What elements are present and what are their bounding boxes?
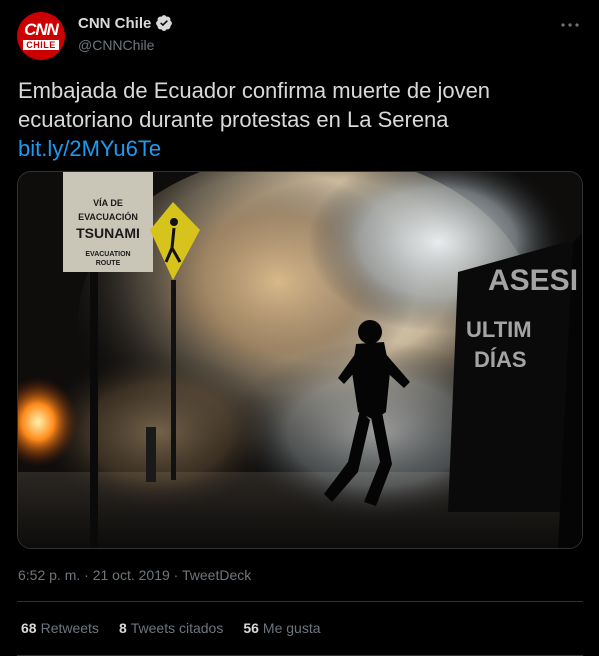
graffiti-line-1: ASESI <box>488 264 578 297</box>
sign-line-3: TSUNAMI <box>76 225 140 241</box>
quote-tweets-stat[interactable]: 8 Tweets citados <box>119 620 223 636</box>
tweet-time[interactable]: 6:52 p. m. <box>18 567 80 583</box>
tweet-body: Embajada de Ecuador confirma muerte de j… <box>18 78 491 132</box>
tweet-text: Embajada de Ecuador confirma muerte de j… <box>18 76 578 163</box>
tweet-link[interactable]: bit.ly/2MYu6Te <box>18 134 578 163</box>
likes-label: Me gusta <box>262 620 321 636</box>
retweets-label: Retweets <box>40 620 99 636</box>
author-avatar[interactable]: CNN CHILE <box>17 12 65 60</box>
graffiti-line-2: ULTIM <box>466 317 532 342</box>
avatar-logo-text: CNN <box>24 20 59 39</box>
quotes-label: Tweets citados <box>130 620 224 636</box>
tweet-date[interactable]: 21 oct. 2019 <box>93 567 170 583</box>
retweets-count: 68 <box>21 620 37 636</box>
likes-stat[interactable]: 56 Me gusta <box>243 620 320 636</box>
tweet-source[interactable]: TweetDeck <box>182 567 251 583</box>
likes-count: 56 <box>243 620 259 636</box>
retweets-stat[interactable]: 68 Retweets <box>21 620 99 636</box>
sign-line-4: EVACUATION <box>85 251 130 258</box>
quotes-count: 8 <box>118 620 127 636</box>
photo-scene: ASESI ULTIM DÍAS VÍA DE EVACUACIÓN TSUNA… <box>18 172 582 548</box>
tweet-metadata: 6:52 p. m. · 21 oct. 2019 · TweetDeck <box>18 567 251 583</box>
tweet-photo[interactable]: ASESI ULTIM DÍAS VÍA DE EVACUACIÓN TSUNA… <box>17 171 583 549</box>
divider <box>17 601 583 602</box>
author-display-name[interactable]: CNN Chile <box>78 15 151 32</box>
sign-line-5: ROUTE <box>96 260 121 267</box>
tweet: CNN CHILE CNN Chile @CNNChile Embajada d… <box>0 0 599 656</box>
author-name-row[interactable]: CNN Chile <box>78 14 173 32</box>
author-handle[interactable]: @CNNChile <box>78 37 154 53</box>
graffiti-line-3: DÍAS <box>474 347 527 372</box>
avatar-logo-subtext: CHILE <box>23 40 59 50</box>
sign-line-1: VÍA DE <box>93 198 123 208</box>
tweet-stats: 68 Retweets 8 Tweets citados 56 Me gusta <box>21 620 341 636</box>
verified-badge-icon <box>155 14 173 32</box>
sign-line-2: EVACUACIÓN <box>78 211 138 222</box>
more-options-icon[interactable] <box>557 12 583 38</box>
